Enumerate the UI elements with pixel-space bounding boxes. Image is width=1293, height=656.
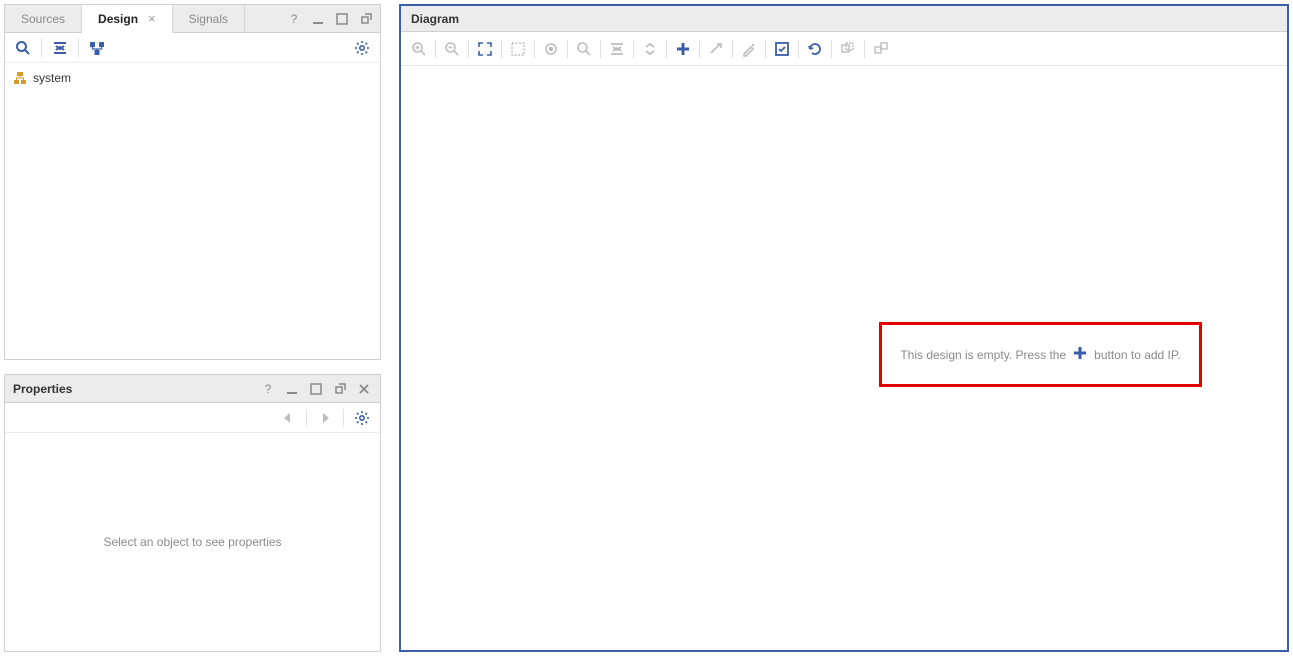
- properties-toolbar: [5, 403, 380, 433]
- tab-signals-label: Signals: [189, 12, 228, 26]
- add-ip-icon[interactable]: [671, 37, 695, 61]
- separator: [306, 409, 307, 427]
- minimize-icon[interactable]: [310, 11, 326, 27]
- gear-icon[interactable]: [350, 36, 374, 60]
- block-design-icon: [13, 71, 27, 85]
- separator: [864, 40, 865, 58]
- diagram-panel: Diagram: [399, 4, 1289, 652]
- empty-design-hint: This design is empty. Press the button t…: [879, 322, 1202, 387]
- expand-icon[interactable]: [638, 37, 662, 61]
- diagram-title: Diagram: [411, 12, 459, 26]
- tab-design-label: Design: [98, 12, 138, 26]
- design-panel: Sources Design × Signals ?: [4, 4, 381, 360]
- design-tree: system: [5, 63, 380, 359]
- make-connection-icon[interactable]: [704, 37, 728, 61]
- separator: [633, 40, 634, 58]
- help-icon[interactable]: ?: [260, 381, 276, 397]
- search-icon[interactable]: [11, 36, 35, 60]
- collapse-icon[interactable]: [605, 37, 629, 61]
- tree-root-label: system: [33, 71, 71, 85]
- properties-header: Properties ?: [5, 375, 380, 403]
- tab-sources-label: Sources: [21, 12, 65, 26]
- separator: [468, 40, 469, 58]
- tab-design[interactable]: Design ×: [82, 5, 173, 33]
- separator: [600, 40, 601, 58]
- diagram-toolbar: [401, 32, 1287, 66]
- zoom-in-icon[interactable]: [407, 37, 431, 61]
- tab-signals[interactable]: Signals: [173, 5, 245, 32]
- help-icon[interactable]: ?: [286, 11, 302, 27]
- ungroup-icon[interactable]: [869, 37, 893, 61]
- separator: [765, 40, 766, 58]
- close-icon[interactable]: ×: [148, 11, 156, 26]
- popout-icon[interactable]: [332, 381, 348, 397]
- tree-root-item[interactable]: system: [13, 69, 372, 87]
- design-tabs: Sources Design × Signals ?: [5, 5, 380, 33]
- diagram-canvas[interactable]: This design is empty. Press the button t…: [401, 66, 1287, 650]
- forward-icon[interactable]: [313, 406, 337, 430]
- properties-placeholder: Select an object to see properties: [103, 535, 281, 549]
- auto-fit-icon[interactable]: [539, 37, 563, 61]
- diagram-header: Diagram: [401, 6, 1287, 32]
- separator: [435, 40, 436, 58]
- zoom-fit-icon[interactable]: [473, 37, 497, 61]
- separator: [567, 40, 568, 58]
- search-icon[interactable]: [572, 37, 596, 61]
- properties-panel: Properties ?: [4, 374, 381, 652]
- validate-icon[interactable]: [770, 37, 794, 61]
- collapse-all-icon[interactable]: [48, 36, 72, 60]
- separator: [534, 40, 535, 58]
- gear-icon[interactable]: [350, 406, 374, 430]
- properties-title: Properties: [13, 382, 72, 396]
- regenerate-icon[interactable]: [803, 37, 827, 61]
- zoom-area-icon[interactable]: [506, 37, 530, 61]
- separator: [343, 409, 344, 427]
- separator: [831, 40, 832, 58]
- tab-sources[interactable]: Sources: [5, 5, 82, 32]
- close-icon[interactable]: [356, 381, 372, 397]
- zoom-out-icon[interactable]: [440, 37, 464, 61]
- popout-icon[interactable]: [358, 11, 374, 27]
- back-icon[interactable]: [276, 406, 300, 430]
- plus-icon[interactable]: [1072, 345, 1088, 364]
- hierarchy-icon[interactable]: [85, 36, 109, 60]
- separator: [41, 39, 42, 57]
- customize-icon[interactable]: [737, 37, 761, 61]
- separator: [732, 40, 733, 58]
- maximize-icon[interactable]: [334, 11, 350, 27]
- minimize-icon[interactable]: [284, 381, 300, 397]
- separator: [78, 39, 79, 57]
- separator: [699, 40, 700, 58]
- maximize-icon[interactable]: [308, 381, 324, 397]
- properties-body: Select an object to see properties: [5, 433, 380, 651]
- hint-text-before: This design is empty. Press the: [900, 348, 1066, 362]
- design-toolbar: [5, 33, 380, 63]
- group-icon[interactable]: [836, 37, 860, 61]
- separator: [666, 40, 667, 58]
- separator: [501, 40, 502, 58]
- hint-text-after: button to add IP.: [1094, 348, 1181, 362]
- separator: [798, 40, 799, 58]
